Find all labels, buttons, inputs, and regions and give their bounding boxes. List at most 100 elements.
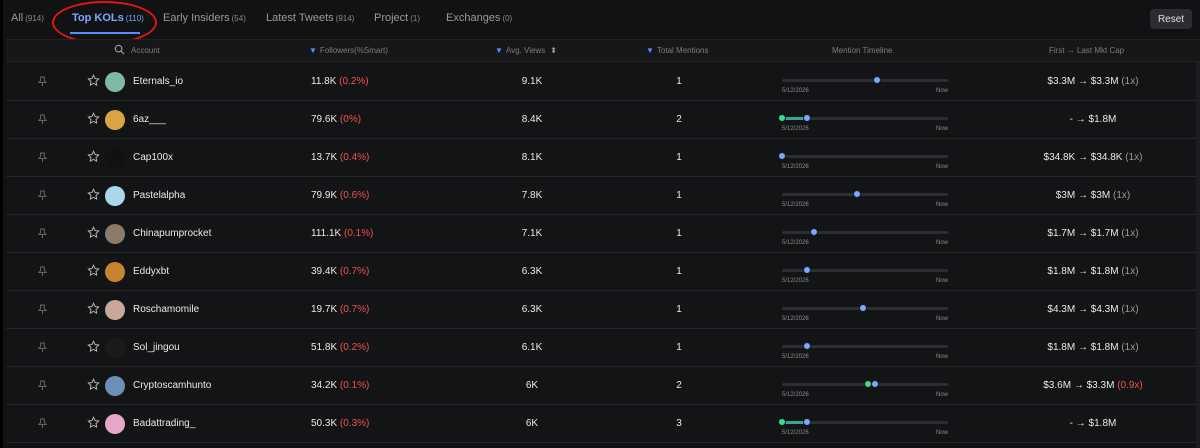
- mention-dot[interactable]: [870, 380, 879, 388]
- table-row[interactable]: Eternals_io 11.8K (0.2%) 9.1K 1 5/12/202…: [6, 63, 1200, 101]
- search-icon[interactable]: [114, 44, 125, 55]
- table-row[interactable]: Sol_jingou 51.8K (0.2%) 6.1K 1 5/12/2026…: [6, 329, 1200, 367]
- pin-icon[interactable]: [38, 380, 47, 391]
- avatar[interactable]: [105, 414, 125, 434]
- table-row[interactable]: 6az___ 79.6K (0%) 8.4K 2 5/12/2026 Now -…: [6, 101, 1200, 139]
- mkt-cap-range: $3M → $3M: [1055, 190, 1111, 201]
- scrollbar[interactable]: [1196, 62, 1200, 448]
- pin-icon[interactable]: [38, 228, 47, 239]
- account-name[interactable]: Eddyxbt: [133, 266, 169, 277]
- timeline-start-date: 5/12/2026: [782, 240, 809, 246]
- tab-early-insiders[interactable]: Early Insiders (54): [163, 12, 246, 24]
- account-name[interactable]: Badattrading_: [133, 418, 195, 429]
- account-name[interactable]: Pastelalpha: [133, 190, 185, 201]
- mention-dot[interactable]: [778, 418, 786, 426]
- mention-dot[interactable]: [809, 228, 818, 236]
- followers-cell: 13.7K (0.4%): [311, 152, 369, 163]
- reset-button[interactable]: Reset: [1150, 9, 1192, 29]
- mention-dot[interactable]: [802, 342, 811, 350]
- mention-dot[interactable]: [802, 418, 811, 426]
- followers-cell: 39.4K (0.7%): [311, 266, 369, 277]
- star-icon[interactable]: [87, 416, 100, 429]
- table-row[interactable]: Eddyxbt 39.4K (0.7%) 6.3K 1 5/12/2026 No…: [6, 253, 1200, 291]
- sort-icon[interactable]: ⬍: [550, 46, 557, 55]
- avatar[interactable]: [105, 110, 125, 130]
- pin-icon[interactable]: [38, 190, 47, 201]
- header-avg-views[interactable]: ▼ Avg. Views ⬍: [495, 46, 557, 55]
- mention-timeline: 5/12/2026 Now: [778, 405, 950, 443]
- account-name[interactable]: Cryptoscamhunto: [133, 380, 211, 391]
- header-followers[interactable]: ▼ Followers(%Smart): [309, 46, 388, 55]
- mention-dot[interactable]: [852, 190, 861, 198]
- pin-icon[interactable]: [38, 418, 47, 429]
- star-icon[interactable]: [87, 112, 100, 125]
- tab-all[interactable]: All (914): [11, 12, 44, 24]
- avatar[interactable]: [105, 376, 125, 396]
- pin-icon[interactable]: [38, 304, 47, 315]
- mkt-cap-range: $1.8M → $1.8M: [1047, 342, 1119, 353]
- tab-count: (914): [25, 14, 44, 23]
- filter-icon[interactable]: ▼: [495, 46, 503, 55]
- star-icon[interactable]: [87, 302, 100, 315]
- avatar[interactable]: [105, 148, 125, 168]
- mention-dot[interactable]: [859, 304, 868, 312]
- account-name[interactable]: Sol_jingou: [133, 342, 180, 353]
- filter-icon[interactable]: ▼: [309, 46, 317, 55]
- account-name[interactable]: Roschamomile: [133, 304, 199, 315]
- avatar[interactable]: [105, 72, 125, 92]
- avg-views-cell: 6.1K: [521, 342, 543, 353]
- tab-project[interactable]: Project (1): [374, 12, 420, 24]
- star-icon[interactable]: [87, 378, 100, 391]
- pin-icon[interactable]: [38, 114, 47, 125]
- star-icon[interactable]: [87, 188, 100, 201]
- account-name[interactable]: Chinapumprocket: [133, 228, 211, 239]
- timeline-end-label: Now: [935, 316, 948, 322]
- avatar[interactable]: [105, 300, 125, 320]
- table-row[interactable]: Cap100x 13.7K (0.4%) 8.1K 1 5/12/2026 No…: [6, 139, 1200, 177]
- header-mkt-cap: First → Last Mkt Cap: [1049, 46, 1125, 55]
- star-icon[interactable]: [87, 340, 100, 353]
- table-row[interactable]: Cryptoscamhunto 34.2K (0.1%) 6K 2 5/12/2…: [6, 367, 1200, 405]
- total-mentions-cell: 1: [676, 228, 682, 239]
- followers-count: 50.3K: [311, 418, 338, 429]
- star-icon[interactable]: [87, 226, 100, 239]
- account-name[interactable]: 6az___: [133, 114, 166, 125]
- header-label: Total Mentions: [656, 46, 709, 55]
- tab-latest-tweets[interactable]: Latest Tweets (914): [266, 12, 354, 24]
- mkt-cap-range: - → $1.8M: [1069, 114, 1117, 125]
- table-row[interactable]: Pastelalpha 79.9K (0.6%) 7.8K 1 5/12/202…: [6, 177, 1200, 215]
- smart-percent: (0.2%): [339, 342, 370, 353]
- star-icon[interactable]: [87, 74, 100, 87]
- star-icon[interactable]: [87, 264, 100, 277]
- mention-dot[interactable]: [802, 266, 811, 274]
- table-row[interactable]: Roschamomile 19.7K (0.7%) 6.3K 1 5/12/20…: [6, 291, 1200, 329]
- star-icon[interactable]: [87, 150, 100, 163]
- account-name[interactable]: Cap100x: [133, 152, 173, 163]
- avatar[interactable]: [105, 186, 125, 206]
- account-name[interactable]: Eternals_io: [133, 76, 183, 87]
- pin-icon[interactable]: [38, 76, 47, 87]
- avg-views-cell: 8.1K: [521, 152, 543, 163]
- mention-dot[interactable]: [872, 76, 881, 84]
- mention-dot[interactable]: [778, 152, 786, 160]
- mention-dot[interactable]: [778, 114, 786, 122]
- pin-icon[interactable]: [38, 342, 47, 353]
- tab-top-kols[interactable]: Top KOLs (110): [72, 12, 144, 24]
- avatar[interactable]: [105, 262, 125, 282]
- table-row[interactable]: Badattrading_ 50.3K (0.3%) 6K 3 5/12/202…: [6, 405, 1200, 443]
- mkt-cap-cell: $4.3M → $4.3M (1x): [1006, 304, 1180, 315]
- pin-icon[interactable]: [38, 266, 47, 277]
- pin-icon[interactable]: [38, 152, 47, 163]
- followers-cell: 50.3K (0.3%): [311, 418, 369, 429]
- mention-timeline: 5/12/2026 Now: [782, 63, 950, 101]
- mention-timeline: 5/12/2026 Now: [778, 101, 950, 139]
- mention-dot[interactable]: [802, 114, 811, 122]
- filter-icon[interactable]: ▼: [646, 46, 654, 55]
- avatar[interactable]: [105, 338, 125, 358]
- table-row[interactable]: Chinapumprocket 111.1K (0.1%) 7.1K 1 5/1…: [6, 215, 1200, 253]
- header-total-mentions[interactable]: ▼ Total Mentions: [646, 46, 709, 55]
- tab-count: (110): [125, 14, 144, 23]
- mkt-cap-cell: - → $1.8M: [1006, 114, 1180, 125]
- tab-exchanges[interactable]: Exchanges (0): [446, 12, 512, 24]
- avatar[interactable]: [105, 224, 125, 244]
